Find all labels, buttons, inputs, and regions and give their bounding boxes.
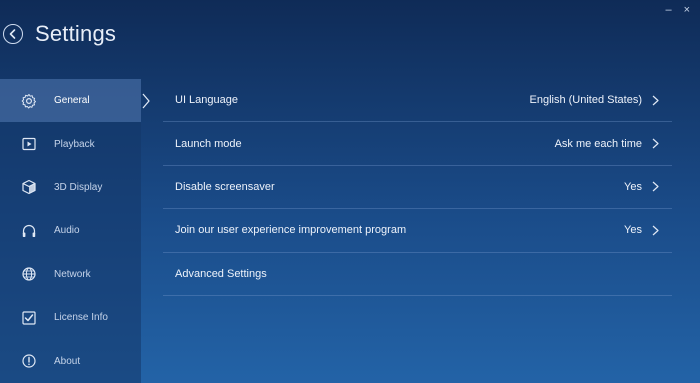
setting-label: Advanced Settings: [175, 267, 267, 280]
window-controls: – ×: [665, 4, 690, 16]
setting-row-advanced-settings[interactable]: Advanced Settings: [163, 253, 672, 296]
sidebar-item-audio[interactable]: Audio: [0, 209, 141, 252]
gear-icon: [20, 92, 38, 110]
cube-icon: [20, 178, 38, 196]
active-item-pointer-icon: [142, 93, 150, 109]
sidebar-item-general[interactable]: General: [0, 79, 141, 123]
setting-label: Launch mode: [175, 137, 242, 150]
setting-label: UI Language: [175, 94, 238, 107]
sidebar-item-label: Network: [54, 268, 91, 280]
setting-row-ui-language[interactable]: UI Language English (United States): [163, 79, 672, 123]
chevron-right-icon: [652, 138, 662, 150]
sidebar-item-3d-display[interactable]: 3D Display: [0, 166, 141, 209]
sidebar-item-label: Audio: [54, 225, 80, 237]
sidebar-item-label: License Info: [54, 312, 108, 324]
setting-row-launch-mode[interactable]: Launch mode Ask me each time: [163, 122, 672, 166]
sidebar-item-label: General: [54, 95, 90, 107]
back-button[interactable]: [3, 24, 23, 44]
checkbox-icon: [20, 309, 38, 327]
sidebar-item-about[interactable]: About: [0, 339, 141, 382]
headphones-icon: [20, 222, 38, 240]
setting-value: Yes: [624, 224, 642, 237]
sidebar: General Playback 3D Display Audio Networ…: [0, 79, 141, 383]
chevron-right-icon: [652, 94, 662, 106]
setting-label: Join our user experience improvement pro…: [175, 224, 407, 237]
chevron-right-icon: [652, 224, 662, 236]
setting-value: Yes: [624, 180, 642, 193]
back-arrow-icon: [9, 29, 16, 39]
info-icon: [20, 352, 38, 370]
sidebar-item-label: 3D Display: [54, 181, 103, 193]
minimize-button[interactable]: –: [665, 4, 671, 16]
page-title: Settings: [35, 21, 117, 46]
play-icon: [20, 135, 38, 153]
setting-value: Ask me each time: [554, 137, 642, 150]
header: Settings: [0, 16, 116, 52]
sidebar-item-label: Playback: [54, 138, 95, 150]
sidebar-item-license-info[interactable]: License Info: [0, 296, 141, 339]
chevron-right-icon: [652, 181, 662, 193]
settings-panel: UI Language English (United States) Laun…: [163, 79, 672, 296]
globe-icon: [20, 265, 38, 283]
sidebar-item-label: About: [54, 355, 81, 367]
setting-row-disable-screensaver[interactable]: Disable screensaver Yes: [163, 166, 672, 210]
close-button[interactable]: ×: [684, 4, 690, 16]
setting-value: English (United States): [529, 94, 643, 107]
sidebar-item-playback[interactable]: Playback: [0, 122, 141, 165]
sidebar-item-network[interactable]: Network: [0, 253, 141, 296]
setting-row-user-experience-program[interactable]: Join our user experience improvement pro…: [163, 209, 672, 253]
setting-label: Disable screensaver: [175, 180, 275, 193]
